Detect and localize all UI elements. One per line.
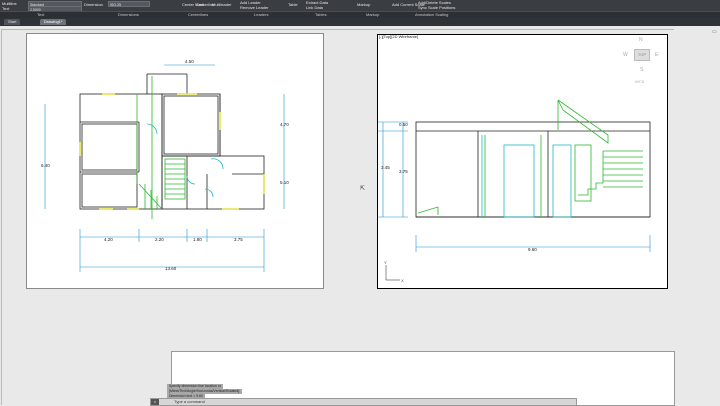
link-data-button[interactable]: Link Data — [306, 5, 323, 10]
dim-bottom-d: 3.75 — [234, 237, 243, 242]
table-button[interactable]: Table — [288, 2, 298, 7]
panel-label-annotation-scaling: Annotation Scaling — [415, 12, 449, 17]
command-input[interactable]: Type a command — [160, 399, 205, 404]
viewcube-wcs[interactable]: WCS — [635, 79, 644, 84]
dim-left-height: 6.40 — [41, 163, 50, 168]
panel-label-centerlines: Centerlines — [188, 12, 209, 17]
dim-right-lower: 5.10 — [280, 180, 289, 185]
file-tab-bar — [0, 18, 720, 26]
tab-start[interactable]: Start — [4, 19, 21, 25]
sec-dim-upper: 0.50 — [399, 122, 408, 127]
viewcube[interactable]: N TOP W E S WCS — [620, 36, 664, 88]
plan-outer-wall-left — [79, 93, 163, 210]
command-line[interactable]: × Type a command — [150, 398, 577, 406]
dimension-button[interactable]: Dimension — [84, 2, 103, 7]
remove-leader-button[interactable]: Remove Leader — [240, 5, 268, 10]
markup-import-button[interactable]: Markup — [357, 2, 370, 7]
dim-bottom-b: 2.20 — [155, 237, 164, 242]
viewcube-w[interactable]: W — [623, 52, 628, 58]
sec-dim-mid: 3.45 — [381, 165, 390, 170]
panel-label-dimensions[interactable]: Dimensions — [118, 12, 139, 17]
viewcube-e[interactable]: E — [655, 52, 658, 58]
ucs-icon — [385, 265, 400, 281]
multiline-text-button[interactable]: Multiline Text — [2, 1, 17, 11]
svg-text:X: X — [401, 278, 404, 283]
panel-label-tables[interactable]: Tables — [315, 12, 327, 17]
floor-plan-drawing: 4.50 4.70 5.10 6.40 4.20 2.20 1.80 3.75 … — [41, 59, 289, 272]
panel-label-leaders[interactable]: Leaders — [254, 12, 268, 17]
viewcube-top[interactable]: TOP — [634, 49, 650, 61]
viewcube-n[interactable]: N — [639, 37, 643, 43]
dim-bottom-total: 13.60 — [165, 266, 177, 271]
sync-scale-button[interactable]: Sync Scale Positions — [418, 5, 455, 10]
close-icon[interactable]: × — [151, 399, 159, 405]
dim-right-upper: 4.70 — [280, 122, 289, 127]
cursor-icon: ⇱ — [360, 186, 366, 192]
sec-dim-width: 9.60 — [528, 247, 537, 252]
dim-top-width: 4.50 — [185, 59, 194, 64]
panel-label-text[interactable]: Text — [37, 12, 44, 17]
viewcube-s[interactable]: S — [640, 67, 643, 73]
panel-label-markup: Markup — [366, 12, 380, 17]
viewport-label[interactable]: [-][Top][2D Wireframe] — [379, 34, 418, 39]
dim-bottom-c: 1.80 — [193, 237, 202, 242]
floor-plan-sheet[interactable]: 4.50 4.70 5.10 6.40 4.20 2.20 1.80 3.75 … — [26, 33, 324, 289]
dim-style-select[interactable]: ISO-25 — [108, 1, 150, 7]
plan-room-upper-right — [161, 93, 221, 157]
multileader-button[interactable]: Multileader — [212, 2, 232, 7]
dim-bottom-a: 4.20 — [104, 237, 113, 242]
sec-dim-left: 3.75 — [399, 169, 408, 174]
layout-scroll-indicator[interactable]: ▭ — [712, 29, 718, 39]
svg-text:Y: Y — [384, 260, 387, 265]
tab-drawing1[interactable]: Drawing1* — [40, 19, 67, 25]
